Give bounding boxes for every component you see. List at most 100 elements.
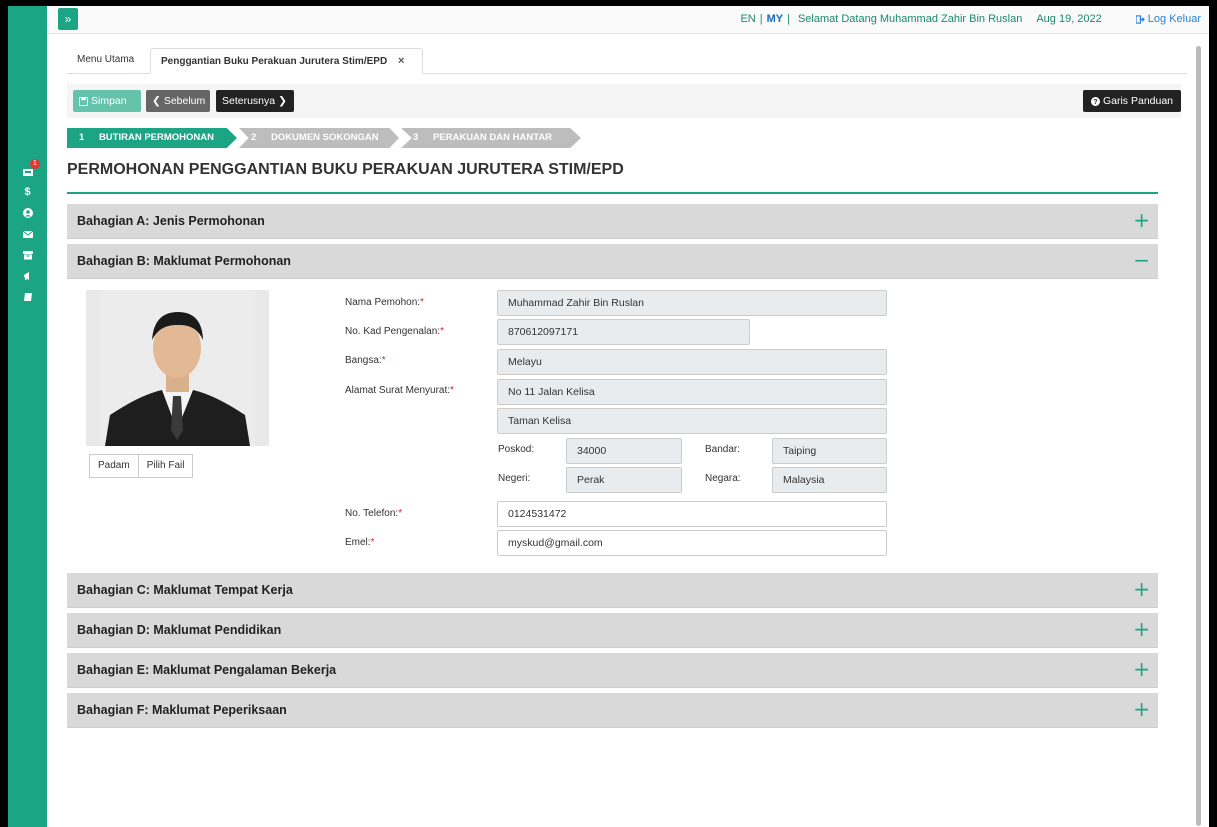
svg-text:?: ? — [1093, 97, 1097, 106]
step-2[interactable]: 2 DOKUMEN SOKONGAN — [239, 128, 399, 148]
notification-badge: 1 — [30, 159, 40, 169]
logout-label: Log Keluar — [1147, 13, 1201, 25]
lang-my-link[interactable]: MY — [767, 13, 784, 25]
section-f-header[interactable]: Bahagian F: Maklumat Peperiksaan + — [67, 693, 1158, 728]
app-window: 1 $ EN | MY | Selamat Datang Muhammad Za… — [8, 6, 1209, 827]
section-d-header[interactable]: Bahagian D: Maklumat Pendidikan + — [67, 613, 1158, 648]
step-1[interactable]: 1 BUTIRAN PERMOHONAN — [67, 128, 237, 148]
country-label: Negara: — [705, 473, 741, 484]
name-label: Nama Pemohon:* — [345, 297, 424, 308]
ic-label: No. Kad Pengenalan:* — [345, 326, 444, 337]
postcode-field[interactable]: 34000 — [566, 438, 682, 464]
required-mark: * — [381, 355, 386, 366]
section-b-label: Bahagian B: Maklumat Permohonan — [77, 254, 291, 268]
section-a-label: Bahagian A: Jenis Permohonan — [77, 214, 265, 228]
title-divider — [67, 192, 1158, 194]
toolbar: Simpan ❮ Sebelum Seterusnya ❯ ? Garis Pa… — [67, 84, 1181, 118]
previous-button[interactable]: ❮ Sebelum — [146, 90, 210, 112]
race-field[interactable]: Melayu — [497, 349, 887, 375]
sidebar-item-payment[interactable]: $ — [8, 181, 47, 202]
state-field[interactable]: Perak — [566, 467, 682, 493]
envelope-icon — [22, 230, 33, 238]
sidebar-item-profile[interactable] — [8, 202, 47, 223]
email-field[interactable]: myskud@gmail.com — [497, 530, 887, 556]
country-field[interactable]: Malaysia — [772, 467, 887, 493]
chevron-right-icon: ❯ — [278, 95, 287, 107]
step-label: BUTIRAN PERMOHONAN — [98, 132, 214, 143]
next-label: Seterusnya — [222, 95, 276, 107]
applicant-photo-frame — [86, 290, 269, 446]
dollar-icon: $ — [24, 185, 31, 198]
section-c-header[interactable]: Bahagian C: Maklumat Tempat Kerja + — [67, 573, 1158, 608]
archive-icon — [22, 250, 33, 259]
progress-steps: 1 BUTIRAN PERMOHONAN 2 DOKUMEN SOKONGAN … — [67, 128, 581, 148]
scrollbar[interactable] — [1196, 46, 1201, 826]
tab-menu-utama[interactable]: Menu Utama — [67, 48, 150, 74]
required-mark: * — [440, 326, 444, 337]
step-3[interactable]: 3 PERAKUAN DAN HANTAR — [401, 128, 581, 148]
delete-photo-button[interactable]: Padam — [89, 454, 139, 478]
tab-active-label: Penggantian Buku Perakuan Jurutera Stim/… — [161, 56, 388, 67]
sidebar-item-announcement[interactable] — [8, 265, 47, 286]
step-number: 3 — [413, 132, 419, 143]
megaphone-icon — [23, 271, 29, 280]
save-icon — [79, 96, 88, 106]
guide-button[interactable]: ? Garis Panduan — [1083, 90, 1181, 112]
next-button[interactable]: Seterusnya ❯ — [216, 90, 294, 112]
topbar-user-area: EN | MY | Selamat Datang Muhammad Zahir … — [740, 13, 1201, 25]
plus-icon[interactable]: + — [1133, 697, 1150, 721]
sidebar-icons: 1 $ — [8, 159, 47, 307]
city-label: Bandar: — [705, 444, 741, 455]
name-field[interactable]: Muhammad Zahir Bin Ruslan — [497, 290, 887, 316]
lang-en-link[interactable]: EN — [740, 13, 755, 25]
step-label: PERAKUAN DAN HANTAR — [432, 132, 553, 143]
close-icon[interactable]: × — [398, 55, 404, 67]
race-label: Bangsa:* — [345, 355, 386, 366]
guide-label: Garis Panduan — [1102, 95, 1174, 107]
section-d-label: Bahagian D: Maklumat Pendidikan — [77, 623, 282, 637]
question-circle-icon: ? — [1090, 96, 1100, 106]
sidebar-item-archive[interactable] — [8, 244, 47, 265]
section-b-header[interactable]: Bahagian B: Maklumat Permohonan − — [67, 244, 1158, 279]
photo-actions: Padam Pilih Fail — [89, 454, 194, 478]
topbar: EN | MY | Selamat Datang Muhammad Zahir … — [47, 6, 1209, 34]
required-mark: * — [398, 508, 403, 519]
sidebar-item-mail[interactable] — [8, 223, 47, 244]
plus-icon[interactable]: + — [1133, 617, 1150, 641]
page-title: PERMOHONAN PENGGANTIAN BUKU PERAKUAN JUR… — [67, 161, 624, 178]
ic-field[interactable]: 870612097171 — [497, 319, 750, 345]
user-circle-icon — [22, 207, 33, 218]
plus-icon[interactable]: + — [1133, 208, 1150, 232]
save-label: Simpan — [91, 95, 127, 107]
email-label: Emel:* — [345, 537, 375, 548]
tab-active-application[interactable]: Penggantian Buku Perakuan Jurutera Stim/… — [150, 48, 423, 74]
choose-file-button[interactable]: Pilih Fail — [138, 454, 194, 478]
welcome-text: Selamat Datang Muhammad Zahir Bin Ruslan — [797, 13, 1023, 25]
section-c-label: Bahagian C: Maklumat Tempat Kerja — [77, 583, 293, 597]
lang-separator-2: | — [787, 13, 790, 25]
section-a-header[interactable]: Bahagian A: Jenis Permohonan + — [67, 204, 1158, 239]
sidebar: 1 $ — [8, 6, 47, 827]
logout-link[interactable]: Log Keluar — [1135, 13, 1201, 25]
city-field[interactable]: Taiping — [772, 438, 887, 464]
sidebar-toggle-button[interactable]: » — [58, 8, 78, 30]
sign-out-icon — [1135, 14, 1145, 24]
step-number: 1 — [79, 132, 85, 143]
phone-field[interactable]: 0124531472 — [497, 501, 887, 527]
address-line1-field[interactable]: No 11 Jalan Kelisa — [497, 379, 887, 405]
address-line2-field[interactable]: Taman Kelisa — [497, 408, 887, 434]
minus-icon[interactable]: − — [1133, 248, 1150, 272]
section-f-label: Bahagian F: Maklumat Peperiksaan — [77, 703, 287, 717]
section-e-header[interactable]: Bahagian E: Maklumat Pengalaman Bekerja … — [67, 653, 1158, 688]
save-button[interactable]: Simpan — [73, 90, 141, 112]
sidebar-item-book[interactable] — [8, 286, 47, 307]
previous-label: Sebelum — [163, 95, 206, 107]
chevron-left-icon: ❮ — [152, 95, 161, 107]
phone-label: No. Telefon:* — [345, 508, 403, 519]
tab-bar: Menu Utama Penggantian Buku Perakuan Jur… — [67, 48, 1187, 74]
sidebar-item-inbox[interactable]: 1 — [8, 159, 47, 181]
required-mark: * — [420, 297, 424, 308]
required-mark: * — [370, 537, 375, 548]
plus-icon[interactable]: + — [1133, 657, 1150, 681]
plus-icon[interactable]: + — [1133, 577, 1150, 601]
